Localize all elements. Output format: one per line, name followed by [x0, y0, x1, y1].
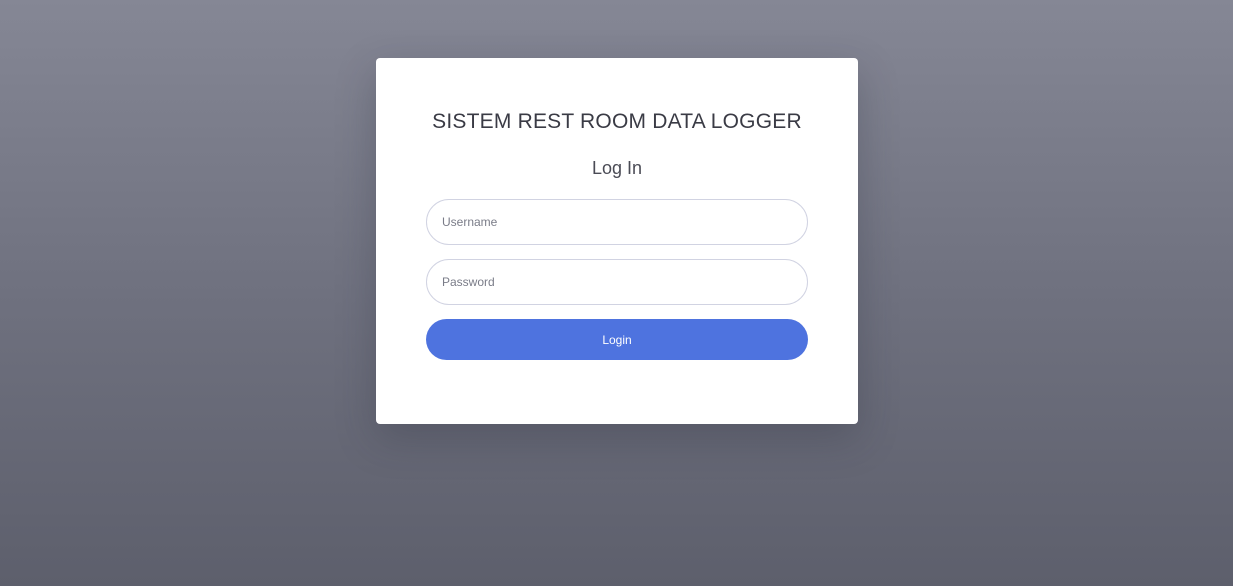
password-input[interactable]	[426, 259, 808, 305]
username-input[interactable]	[426, 199, 808, 245]
form-title: Log In	[591, 158, 643, 178]
login-card: SISTEM REST ROOM DATA LOGGER Log In Logi…	[376, 58, 858, 424]
app-title: SISTEM REST ROOM DATA LOGGER	[432, 110, 802, 133]
login-button[interactable]: Login	[426, 319, 808, 360]
